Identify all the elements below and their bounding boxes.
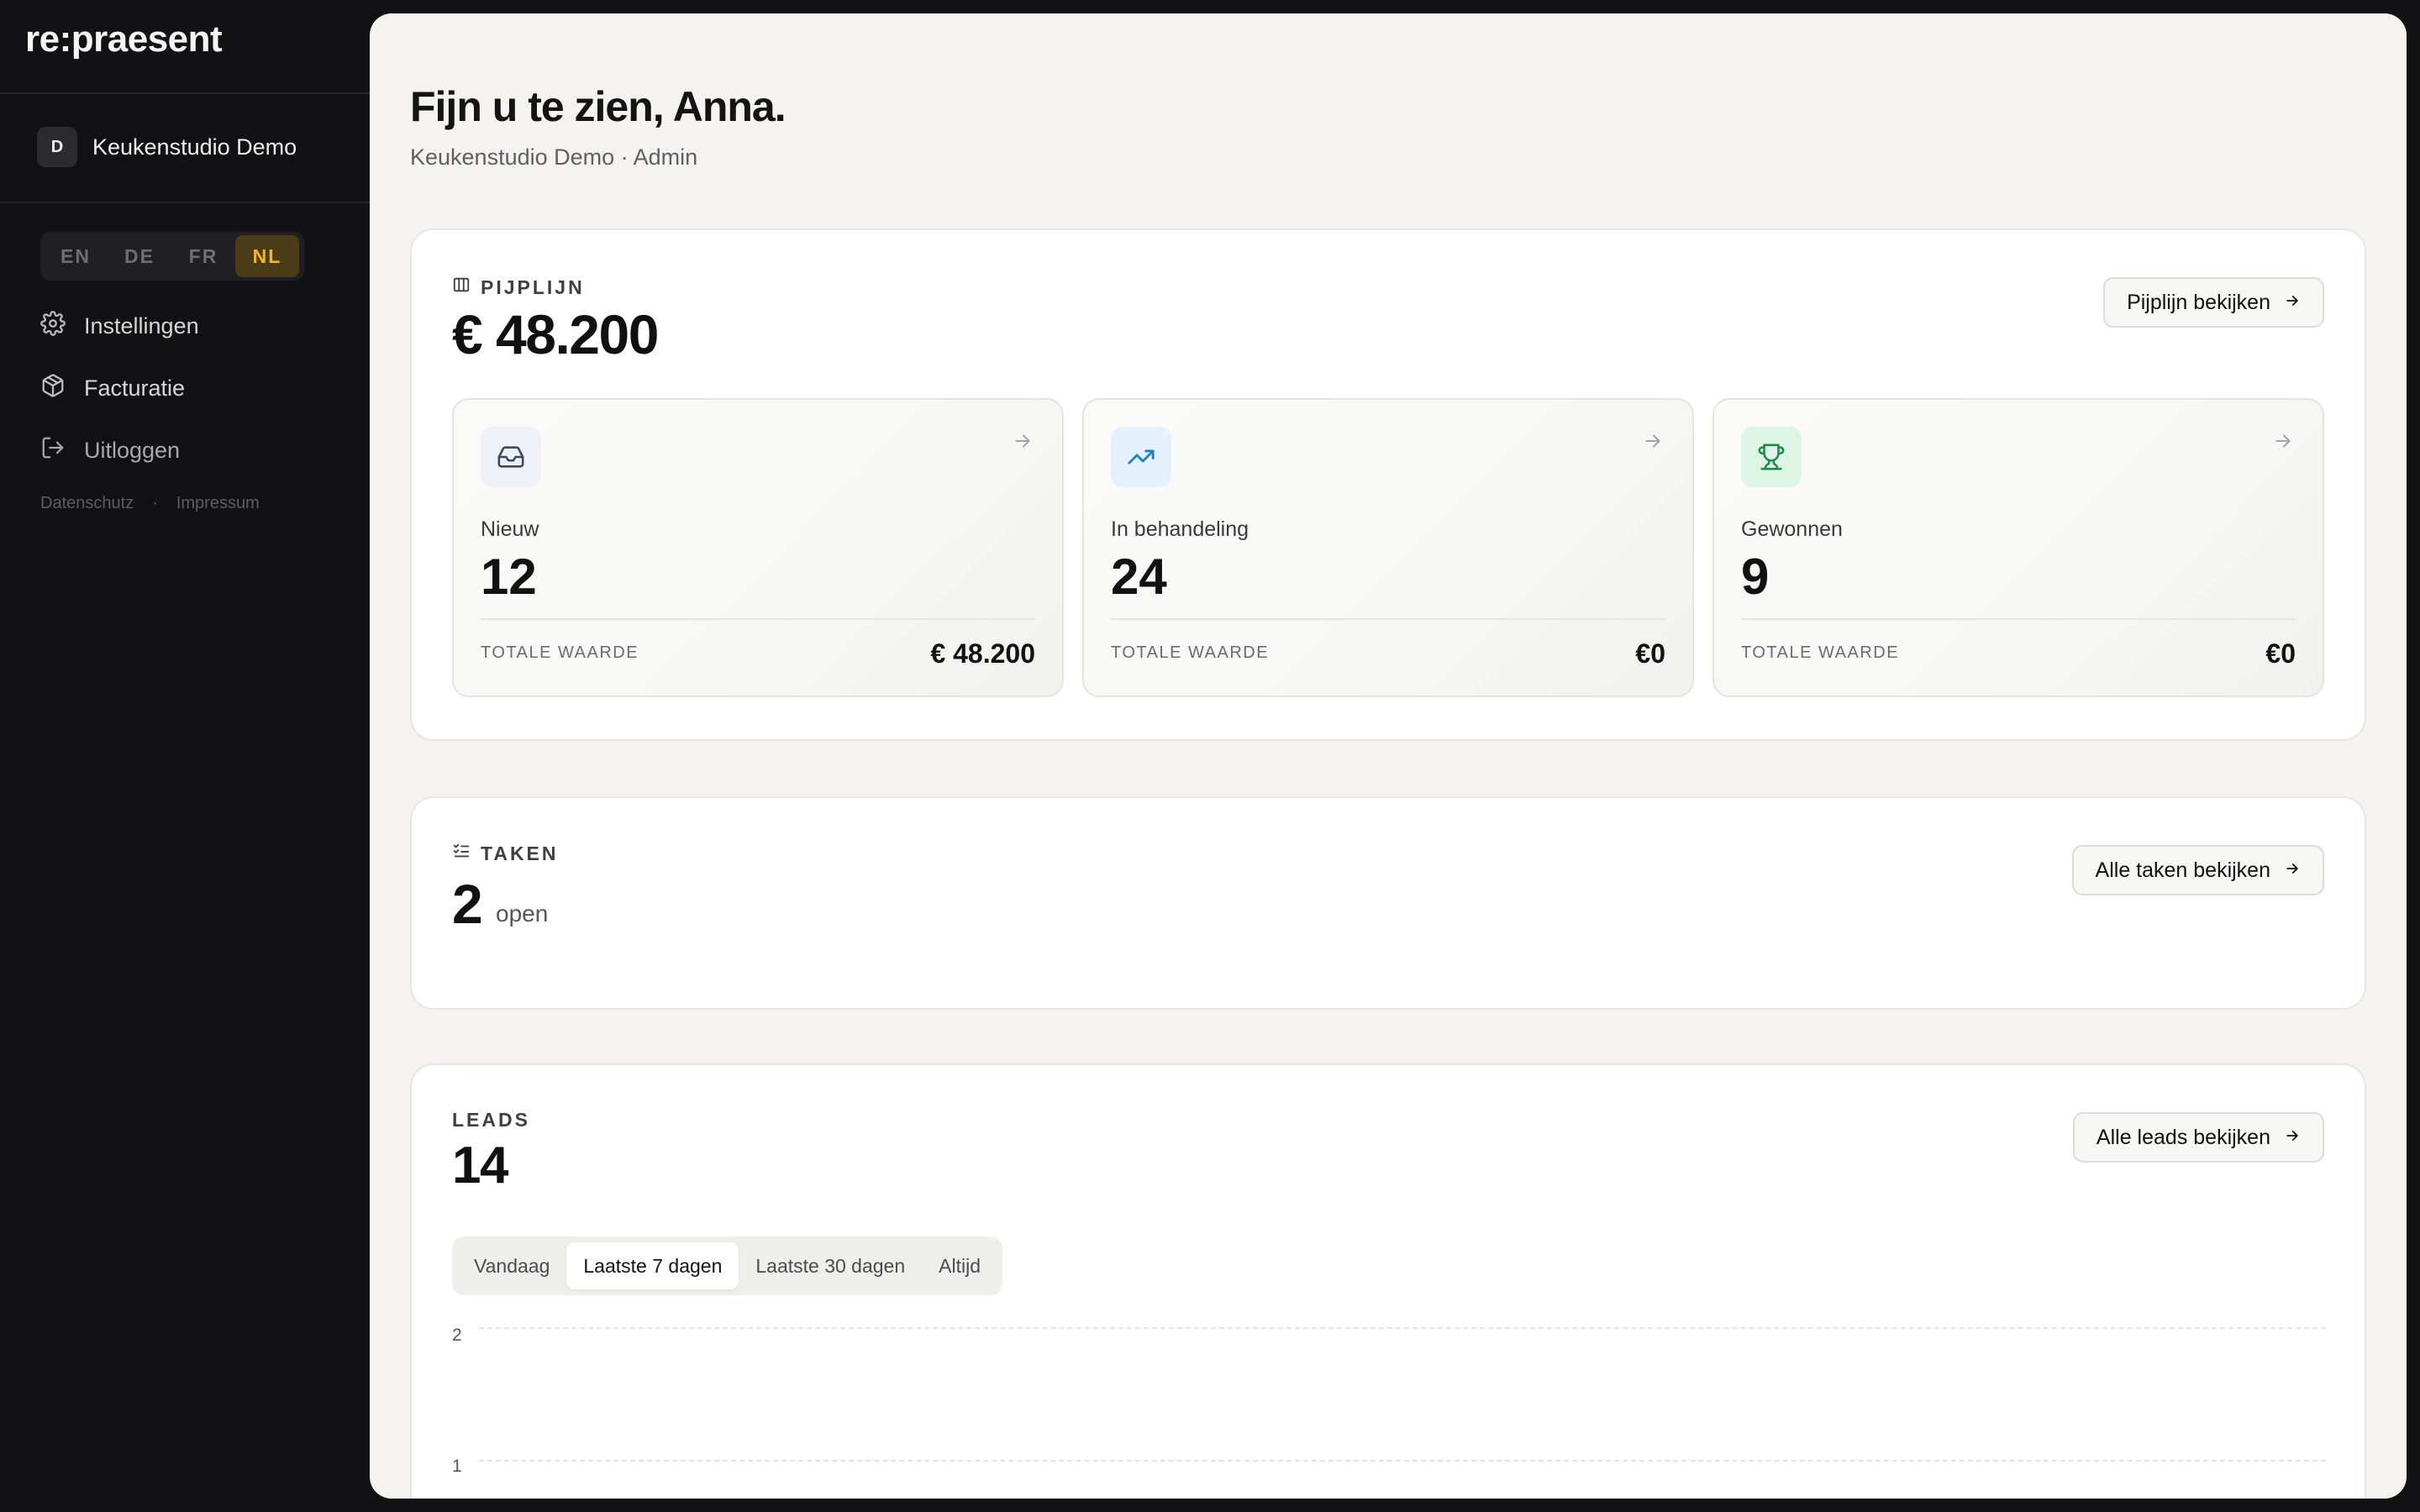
sidebar-divider	[0, 92, 370, 94]
stage-divider	[481, 618, 1035, 620]
trophy-icon	[1741, 427, 1802, 487]
language-option-en[interactable]: EN	[44, 235, 108, 277]
sidebar: re:praesent D Keukenstudio Demo EN DE FR…	[0, 0, 370, 1512]
stage-value-label: TOTALE WAARDE	[1111, 643, 1270, 662]
view-pipeline-button[interactable]: Pijplijn bekijken	[2103, 277, 2324, 328]
tab-all-time[interactable]: Altijd	[922, 1242, 997, 1289]
date-range-tabs: Vandaag Laatste 7 dagen Laatste 30 dagen…	[452, 1236, 1003, 1295]
y-axis-tick: 1	[452, 1457, 462, 1476]
pipeline-stage-in-progress[interactable]: In behandeling 24 TOTALE WAARDE €0	[1082, 398, 1694, 697]
checklist-icon	[452, 842, 471, 865]
leads-count: 14	[452, 1137, 508, 1194]
workspace-avatar: D	[37, 127, 77, 167]
sidebar-divider	[0, 202, 370, 203]
view-all-tasks-button[interactable]: Alle taken bekijken	[2071, 845, 2324, 895]
sidebar-item-settings[interactable]: Instellingen	[40, 302, 351, 349]
arrow-right-icon	[2284, 291, 2301, 315]
arrow-right-icon	[1012, 430, 1034, 456]
pipeline-total: € 48.200	[452, 303, 659, 365]
view-all-leads-button[interactable]: Alle leads bekijken	[2072, 1112, 2324, 1163]
page-title: Fijn u te zien, Anna.	[410, 83, 786, 130]
workspace-name: Keukenstudio Demo	[92, 134, 297, 160]
tab-last-30-days[interactable]: Laatste 30 dagen	[739, 1242, 922, 1289]
imprint-link[interactable]: Impressum	[176, 494, 260, 513]
gear-icon	[40, 310, 66, 342]
stage-value: €0	[2265, 638, 2296, 669]
stage-value: € 48.200	[930, 638, 1035, 669]
columns-icon	[452, 276, 471, 299]
tasks-open-label: open	[496, 900, 549, 927]
language-option-fr[interactable]: FR	[171, 235, 235, 277]
arrow-right-icon	[2272, 430, 2294, 456]
tab-last-7-days[interactable]: Laatste 7 dagen	[566, 1242, 739, 1289]
language-option-nl[interactable]: NL	[235, 235, 299, 277]
stage-name: Gewonnen	[1741, 517, 1843, 541]
sidebar-nav: Instellingen Facturatie Uitloggen	[40, 302, 351, 489]
leads-label: LEADS	[452, 1109, 530, 1131]
workspace-switcher[interactable]: D Keukenstudio Demo	[37, 126, 297, 168]
stage-divider	[1741, 618, 2296, 620]
privacy-link[interactable]: Datenschutz	[40, 494, 134, 513]
tasks-card: TAKEN 2 open Alle taken bekijken	[410, 796, 2366, 1010]
legal-links: Datenschutz · Impressum	[40, 494, 260, 513]
tasks-label: TAKEN	[452, 842, 559, 865]
app-logo[interactable]: re:praesent	[25, 18, 223, 60]
page-subtitle: Keukenstudio Demo · Admin	[410, 144, 698, 170]
stage-name: In behandeling	[1111, 517, 1249, 541]
chart-gridline	[479, 1327, 2326, 1329]
legal-separator: ·	[152, 494, 158, 512]
stage-count: 12	[481, 549, 537, 605]
y-axis-tick: 2	[452, 1326, 462, 1345]
stage-count: 24	[1111, 549, 1167, 605]
arrow-right-icon	[2284, 1126, 2301, 1150]
stage-name: Nieuw	[481, 517, 539, 541]
sidebar-item-logout[interactable]: Uitloggen	[40, 427, 351, 474]
sidebar-item-label: Uitloggen	[84, 437, 181, 463]
stage-value: €0	[1635, 638, 1665, 669]
pipeline-stage-won[interactable]: Gewonnen 9 TOTALE WAARDE €0	[1712, 398, 2324, 697]
arrow-right-icon	[1642, 430, 1664, 456]
stage-count: 9	[1741, 549, 1770, 605]
stage-value-label: TOTALE WAARDE	[1741, 643, 1900, 662]
package-icon	[40, 373, 66, 404]
sidebar-item-label: Facturatie	[84, 375, 186, 401]
sidebar-item-billing[interactable]: Facturatie	[40, 365, 351, 412]
chart-gridline	[479, 1460, 2326, 1462]
pipeline-label: PIJPLIJN	[452, 276, 585, 299]
sidebar-item-label: Instellingen	[84, 312, 199, 339]
pipeline-stage-new[interactable]: Nieuw 12 TOTALE WAARDE € 48.200	[452, 398, 1064, 697]
logout-icon	[40, 435, 66, 466]
tasks-count: 2	[452, 873, 483, 935]
language-option-de[interactable]: DE	[108, 235, 171, 277]
language-switcher: EN DE FR NL	[40, 232, 304, 281]
stage-divider	[1111, 618, 1665, 620]
pipeline-card: PIJPLIJN € 48.200 Pijplijn bekijken Nieu…	[410, 228, 2366, 741]
stage-value-label: TOTALE WAARDE	[481, 643, 639, 662]
arrow-right-icon	[2284, 858, 2301, 883]
main-panel: Fijn u te zien, Anna. Keukenstudio Demo …	[370, 13, 2407, 1499]
leads-chart: 2 1	[452, 1326, 2326, 1499]
leads-card: LEADS 14 Alle leads bekijken Vandaag Laa…	[410, 1063, 2366, 1499]
inbox-icon	[481, 427, 541, 487]
trending-up-icon	[1111, 427, 1171, 487]
tab-today[interactable]: Vandaag	[457, 1242, 566, 1289]
